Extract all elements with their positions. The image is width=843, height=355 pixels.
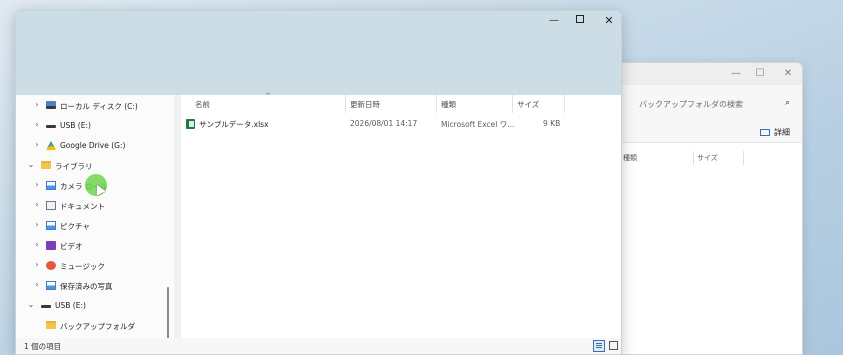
chevron-right-icon[interactable]: › xyxy=(32,280,42,289)
column-name[interactable]: 名前 xyxy=(195,99,210,110)
nav-item-documents[interactable]: › ドキュメント xyxy=(16,197,166,215)
minimize-icon[interactable]: — xyxy=(729,67,743,81)
pictures-icon xyxy=(46,181,56,190)
file-modified: 2026/08/01 14:17 xyxy=(350,119,418,128)
navigation-pane: › ローカル ディスク (C:) › USB (E:) › Google Dri… xyxy=(16,95,174,354)
maximize-icon xyxy=(576,15,584,23)
nav-item-music[interactable]: › ミュージック xyxy=(16,257,166,275)
music-icon xyxy=(46,261,56,270)
background-file-list: 種類 サイズ xyxy=(613,143,802,354)
maximize-button[interactable] xyxy=(572,14,588,28)
excel-file-icon xyxy=(186,119,195,129)
search-icon: ⌕ xyxy=(784,98,790,108)
file-name: サンプルデータ.xlsx xyxy=(199,120,269,129)
nav-item-usb-e[interactable]: › USB (E:) xyxy=(16,117,166,135)
chevron-right-icon[interactable]: › xyxy=(32,140,42,149)
nav-item-label: ドキュメント xyxy=(60,202,105,211)
chevron-down-icon[interactable]: ⌄ xyxy=(26,300,36,309)
column-separator[interactable] xyxy=(345,95,346,113)
documents-icon xyxy=(46,201,56,210)
search-box[interactable]: バックアップフォルダの検索 ⌕ xyxy=(633,95,796,115)
details-label: 詳細 xyxy=(774,128,790,137)
nav-item-label: ビデオ xyxy=(60,242,83,251)
folder-icon xyxy=(46,321,56,329)
background-titlebar[interactable]: — ☐ ✕ xyxy=(613,63,802,85)
status-bar: 1 個の項目 xyxy=(16,338,621,354)
column-separator[interactable] xyxy=(564,95,565,113)
file-row[interactable]: サンプルデータ.xlsx 2026/08/01 14:17 Microsoft … xyxy=(185,116,615,132)
column-type[interactable]: 種類 xyxy=(623,153,637,163)
item-count: 1 個の項目 xyxy=(24,342,62,351)
chevron-right-icon[interactable]: › xyxy=(32,220,42,229)
chevron-right-icon[interactable]: › xyxy=(32,120,42,129)
nav-item-label: ライブラリ xyxy=(55,162,93,171)
background-explorer-window[interactable]: — ☐ ✕ バックアップフォルダの検索 ⌕ 詳細 種類 サイズ xyxy=(612,62,803,355)
nav-item-label: ミュージック xyxy=(60,262,105,271)
chevron-down-icon[interactable]: ⌄ xyxy=(26,160,36,169)
close-icon[interactable]: ✕ xyxy=(781,67,795,81)
details-pane-button[interactable]: 詳細 xyxy=(760,127,790,138)
nav-item-saved-pictures[interactable]: › 保存済みの写真 xyxy=(16,277,166,295)
usb-drive-icon xyxy=(46,125,56,128)
column-separator[interactable] xyxy=(693,151,694,165)
file-type: Microsoft Excel ワ... xyxy=(441,120,515,129)
nav-item-label: USB (E:) xyxy=(55,301,86,310)
nav-item-usb-e-expanded[interactable]: ⌄ USB (E:) xyxy=(16,297,166,315)
google-drive-icon xyxy=(46,141,56,150)
minimize-button[interactable]: — xyxy=(546,14,562,28)
pictures-icon xyxy=(46,281,56,290)
close-button[interactable]: ✕ xyxy=(601,14,617,28)
chevron-right-icon[interactable]: › xyxy=(32,260,42,269)
chevron-right-icon[interactable]: › xyxy=(32,240,42,249)
column-header: ^ 名前 更新日時 種類 サイズ xyxy=(181,92,621,113)
column-separator[interactable] xyxy=(512,95,513,113)
details-pane-icon xyxy=(760,129,770,136)
folder-icon xyxy=(41,161,51,169)
nav-item-backup-folder[interactable]: バックアップフォルダ xyxy=(16,317,166,335)
pictures-icon xyxy=(46,221,56,230)
nav-item-library[interactable]: ⌄ ライブラリ xyxy=(16,157,166,175)
file-size: 9 KB xyxy=(543,119,561,128)
column-modified[interactable]: 更新日時 xyxy=(350,99,380,110)
nav-item-label: Google Drive (G:) xyxy=(60,141,126,150)
chevron-right-icon[interactable]: › xyxy=(32,180,42,189)
drive-c-icon xyxy=(46,101,56,109)
nav-item-label: USB (E:) xyxy=(60,121,91,130)
chevron-right-icon[interactable]: › xyxy=(32,100,42,109)
nav-item-videos[interactable]: › ビデオ xyxy=(16,237,166,255)
search-placeholder: バックアップフォルダの検索 xyxy=(639,100,743,109)
maximize-icon[interactable]: ☐ xyxy=(753,67,767,81)
nav-item-pictures[interactable]: › ピクチャ xyxy=(16,217,166,235)
column-separator[interactable] xyxy=(436,95,437,113)
usb-drive-icon xyxy=(41,305,51,308)
nav-item-local-disk-c[interactable]: › ローカル ディスク (C:) xyxy=(16,97,166,115)
nav-item-label: バックアップフォルダ xyxy=(60,322,135,331)
column-type[interactable]: 種類 xyxy=(441,99,456,110)
large-icons-view-button[interactable] xyxy=(609,341,618,350)
file-list: ^ 名前 更新日時 種類 サイズ サンプルデータ.xlsx 2026/08/01… xyxy=(181,92,621,340)
nav-item-label: ローカル ディスク (C:) xyxy=(60,102,138,111)
video-icon xyxy=(46,241,56,250)
nav-item-label: 保存済みの写真 xyxy=(60,282,113,291)
details-view-button[interactable] xyxy=(593,340,605,352)
sort-ascending-icon: ^ xyxy=(265,92,271,100)
title-bar[interactable]: — ✕ xyxy=(16,11,621,95)
nav-item-google-drive[interactable]: › Google Drive (G:) xyxy=(16,137,166,155)
chevron-right-icon[interactable]: › xyxy=(32,200,42,209)
column-separator[interactable] xyxy=(743,151,744,165)
background-column-header: 種類 サイズ xyxy=(613,151,802,165)
pane-splitter[interactable] xyxy=(174,95,181,340)
column-size[interactable]: サイズ xyxy=(517,99,539,110)
nav-item-label: ピクチャ xyxy=(60,222,90,231)
column-size[interactable]: サイズ xyxy=(697,153,718,163)
